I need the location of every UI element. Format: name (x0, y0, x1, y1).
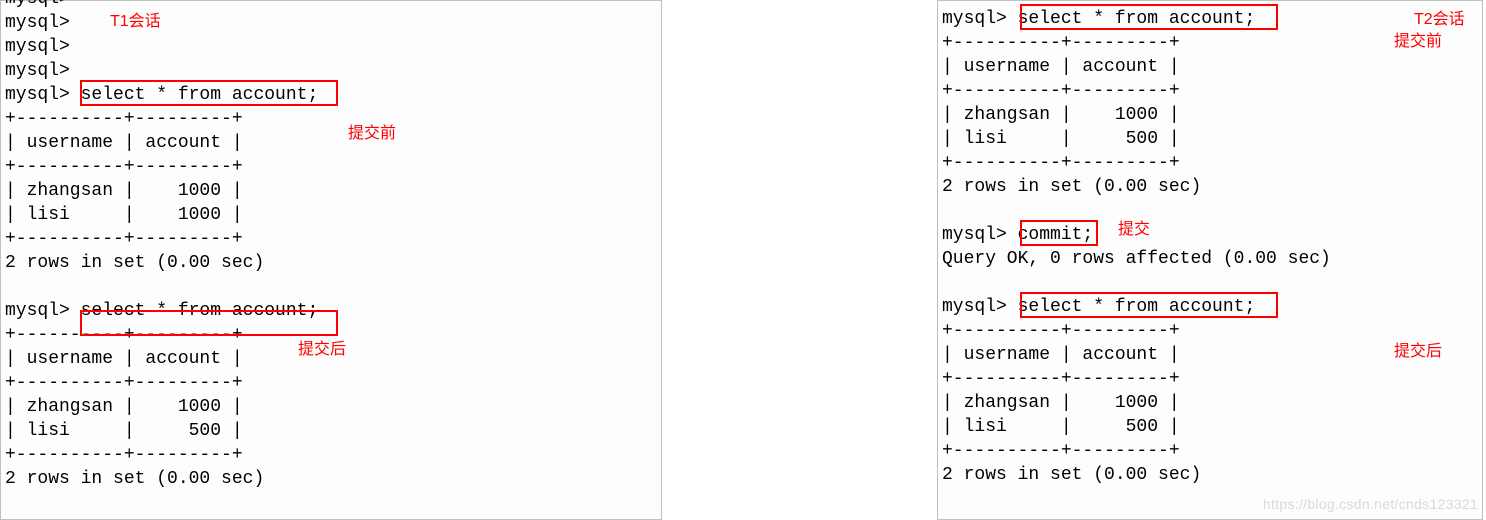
annotation-before-commit-left: 提交前 (348, 122, 396, 146)
terminal-line: mysql> (5, 35, 657, 59)
annotation-t1-session: T1会话 (110, 10, 161, 34)
terminal-line: +----------+---------+ (5, 107, 657, 131)
terminal-line: +----------+---------+ (942, 151, 1478, 175)
terminal-line: | zhangsan | 1000 | (942, 103, 1478, 127)
terminal-line: mysql> select * from account; (942, 295, 1478, 319)
terminal-line: Query OK, 0 rows affected (0.00 sec) (942, 247, 1478, 271)
terminal-line: +----------+---------+ (942, 79, 1478, 103)
terminal-line: | lisi | 500 | (942, 415, 1478, 439)
terminal-line: mysql> (5, 0, 657, 11)
terminal-line: | username | account | (942, 55, 1478, 79)
terminal-line: mysql> select * from account; (942, 7, 1478, 31)
terminal-line: +----------+---------+ (5, 371, 657, 395)
terminal-line: | zhangsan | 1000 | (5, 179, 657, 203)
annotation-before-commit-right: 提交前 (1394, 30, 1442, 54)
terminal-line: | username | account | (5, 131, 657, 155)
terminal-line (5, 275, 657, 299)
right-terminal-pane: mysql> select * from account; +---------… (937, 0, 1483, 520)
terminal-line: +----------+---------+ (5, 443, 657, 467)
terminal-line: 2 rows in set (0.00 sec) (942, 175, 1478, 199)
annotation-after-commit-left: 提交后 (298, 338, 346, 362)
terminal-line: mysql> select * from account; (5, 83, 657, 107)
terminal-line (942, 271, 1478, 295)
terminal-line: | lisi | 500 | (5, 419, 657, 443)
terminal-line: | zhangsan | 1000 | (5, 395, 657, 419)
pane-gap (663, 0, 937, 520)
annotation-after-commit-right: 提交后 (1394, 340, 1442, 364)
terminal-line: mysql> (5, 11, 657, 35)
terminal-line: mysql> select * from account; (5, 299, 657, 323)
annotation-commit-right: 提交 (1118, 218, 1150, 242)
terminal-line: 2 rows in set (0.00 sec) (5, 251, 657, 275)
annotation-t2-session: T2会话 (1414, 8, 1465, 32)
watermark: https://blog.csdn.net/cnds123321 (1263, 492, 1478, 516)
terminal-line: mysql> commit; (942, 223, 1478, 247)
terminal-line: +----------+---------+ (5, 155, 657, 179)
left-terminal-pane: mysql> mysql> mysql> mysql> mysql> selec… (0, 0, 662, 520)
terminal-line: +----------+---------+ (942, 367, 1478, 391)
terminal-line: 2 rows in set (0.00 sec) (942, 463, 1478, 487)
terminal-line: | zhangsan | 1000 | (942, 391, 1478, 415)
terminal-line: 2 rows in set (0.00 sec) (5, 467, 657, 491)
terminal-line: | lisi | 500 | (942, 127, 1478, 151)
terminal-line: +----------+---------+ (5, 227, 657, 251)
terminal-line (942, 199, 1478, 223)
terminal-line: +----------+---------+ (942, 439, 1478, 463)
terminal-line: | lisi | 1000 | (5, 203, 657, 227)
terminal-line: mysql> (5, 59, 657, 83)
